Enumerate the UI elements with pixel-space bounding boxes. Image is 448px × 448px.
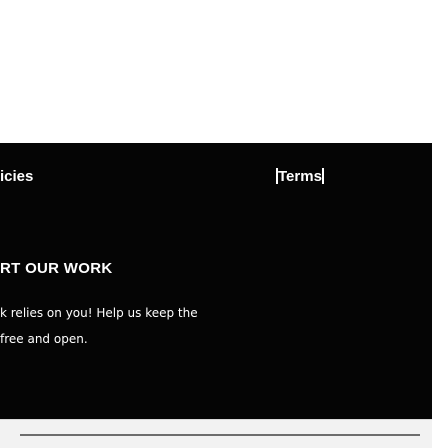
support-heading: RT OUR WORK bbox=[0, 260, 113, 277]
page: icies Terms RT OUR WORK k relies on you!… bbox=[0, 0, 448, 448]
support-message: k relies on you! Help us keep the free a… bbox=[0, 300, 430, 352]
footer-link-policies[interactable]: icies bbox=[0, 168, 33, 186]
page-scrollbar[interactable] bbox=[432, 0, 448, 448]
banner-stripe bbox=[20, 434, 420, 436]
footer-panel bbox=[0, 143, 432, 448]
support-message-line: k relies on you! Help us keep the bbox=[0, 306, 198, 320]
footer-link-terms[interactable]: Terms bbox=[276, 168, 324, 186]
donate-banner-partial[interactable] bbox=[0, 419, 432, 448]
footer-link-terms-label: Terms bbox=[278, 168, 322, 185]
separator bbox=[321, 168, 324, 184]
support-message-line: free and open. bbox=[0, 332, 88, 346]
